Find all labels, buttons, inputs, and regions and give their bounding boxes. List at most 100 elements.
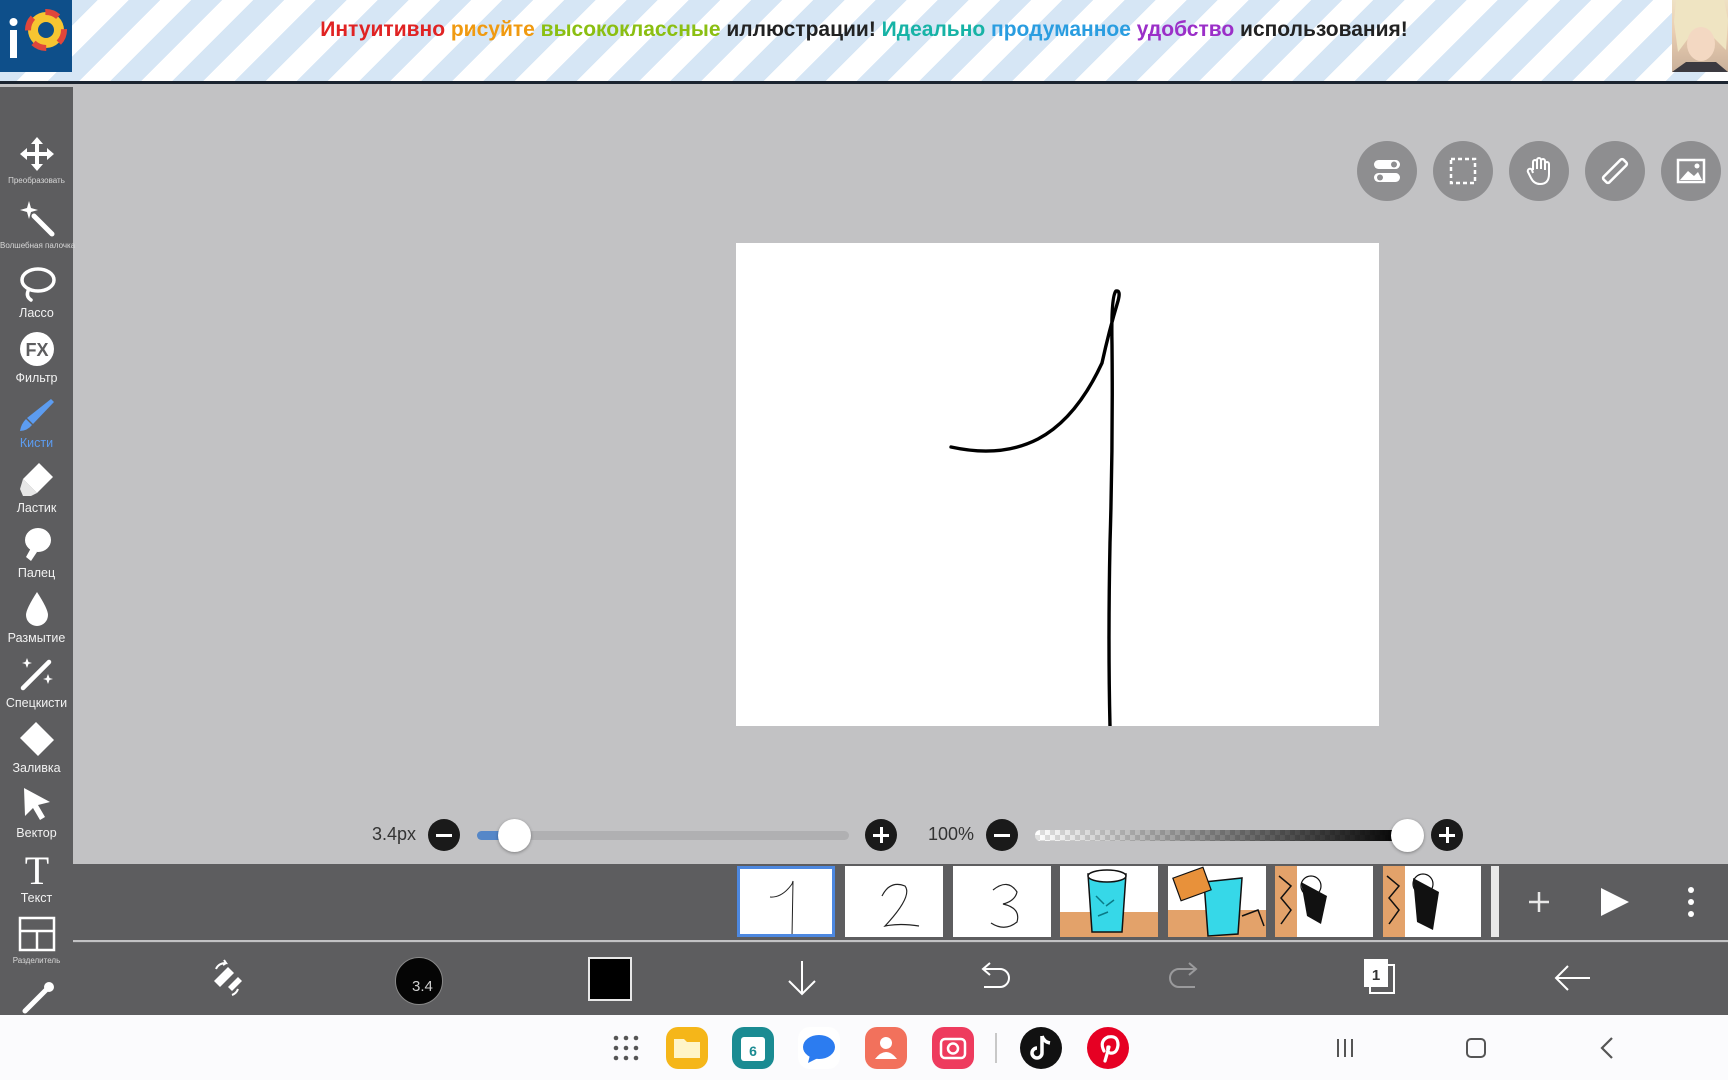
home-square-icon <box>1466 1038 1486 1058</box>
layers-button[interactable]: 1 <box>1357 955 1403 1001</box>
ruler-button[interactable] <box>1585 141 1645 201</box>
play-animation-button[interactable] <box>1591 880 1635 924</box>
tool-blur[interactable]: Размытие <box>0 589 73 653</box>
tool-frame-divider[interactable]: Разделитель <box>0 914 73 978</box>
tool-label: Вектор <box>16 826 57 840</box>
tool-label: Палец <box>17 566 56 580</box>
pinterest-app-icon[interactable] <box>1087 1027 1129 1069</box>
app-drawer-button[interactable] <box>610 1032 642 1064</box>
layer-merge-down-button[interactable] <box>779 955 825 1001</box>
home-button[interactable] <box>1460 1032 1492 1064</box>
tool-label: Разделитель <box>12 956 61 965</box>
frame-thumbnail-5[interactable] <box>1168 866 1266 937</box>
opacity-increase-button[interactable] <box>1431 819 1463 851</box>
tool-lasso[interactable]: Лассо <box>0 264 73 328</box>
frame-menu-button[interactable] <box>1669 880 1713 924</box>
tool-label: Фильтр <box>15 371 58 385</box>
opacity-slider-handle[interactable] <box>1390 819 1424 852</box>
tool-filter[interactable]: FX Фильтр <box>0 329 73 393</box>
more-vertical-icon <box>1688 887 1694 917</box>
tool-transform[interactable]: Преобразовать <box>0 134 73 198</box>
eraser-icon <box>19 463 53 496</box>
chevron-left-icon <box>1600 1037 1613 1059</box>
calendar-app-icon[interactable]: 6 <box>732 1027 774 1069</box>
tool-vector[interactable]: Вектор <box>0 784 73 848</box>
frame-thumbnail-2[interactable] <box>845 866 943 937</box>
canvas-drawing <box>949 289 1121 728</box>
lasso-icon <box>19 267 56 302</box>
tool-fill[interactable]: Заливка <box>0 719 73 783</box>
tool-label: Ластик <box>16 501 57 515</box>
tool-brush[interactable]: Кисти <box>0 394 73 458</box>
add-frame-button[interactable] <box>1517 880 1561 924</box>
selection-rect-icon <box>1449 157 1477 185</box>
text-icon: T <box>24 849 48 889</box>
color-picker-swatch[interactable] <box>588 957 632 1001</box>
ad-character-image <box>1672 0 1728 72</box>
frame-thumbnail-3[interactable] <box>953 866 1051 937</box>
tool-label: Преобразовать <box>8 176 65 185</box>
tool-special-brush[interactable]: Спецкисти <box>0 654 73 718</box>
layers-icon: 1 <box>1364 959 1395 994</box>
fill-bucket-icon <box>19 722 54 756</box>
tool-text[interactable]: T Текст <box>0 849 73 913</box>
tool-eyedropper[interactable] <box>0 979 73 1015</box>
plus-icon <box>1529 892 1549 912</box>
frame-thumbnail-6[interactable] <box>1275 866 1373 937</box>
app-window: Интуитивно рисуйте высококлассные иллюст… <box>0 0 1728 1080</box>
redo-icon <box>1169 962 1198 988</box>
arrow-left-icon <box>1554 965 1590 991</box>
selection-button[interactable] <box>1433 141 1493 201</box>
system-back-button[interactable] <box>1592 1032 1624 1064</box>
opacity-decrease-button[interactable] <box>986 819 1018 851</box>
settings-toggle-button[interactable] <box>1357 141 1417 201</box>
toggle-icon <box>1374 160 1400 182</box>
ruler-icon <box>1601 157 1629 185</box>
blur-drop-icon <box>25 592 48 626</box>
tool-eraser[interactable]: Ластик <box>0 459 73 523</box>
banner-text-segment: использования! <box>1240 18 1408 41</box>
recent-apps-button[interactable] <box>1329 1032 1361 1064</box>
svg-text:T: T <box>24 849 48 889</box>
files-app-icon[interactable] <box>666 1027 708 1069</box>
brush-icon <box>19 399 54 431</box>
taskbar-divider <box>995 1033 997 1063</box>
ad-banner[interactable]: Интуитивно рисуйте высококлассные иллюст… <box>0 0 1728 84</box>
image-icon <box>1676 158 1706 184</box>
app-grid-icon <box>613 1035 639 1061</box>
contacts-app-icon[interactable] <box>865 1027 907 1069</box>
frame-thumbnail-1[interactable] <box>737 866 835 937</box>
frame-thumbnail-7[interactable] <box>1383 866 1481 937</box>
tool-magic-wand[interactable]: Волшебная палочка <box>0 199 76 263</box>
tool-label: Волшебная палочка <box>0 241 76 250</box>
redo-button[interactable] <box>1163 955 1209 1001</box>
tool-label: Кисти <box>19 436 54 450</box>
banner-text-segment: иллюстрации! <box>726 18 882 41</box>
messages-app-icon[interactable] <box>798 1027 840 1069</box>
brush-size-slider-handle[interactable] <box>497 819 531 852</box>
smudge-finger-icon <box>24 528 51 561</box>
eyedropper-icon <box>22 982 54 1014</box>
frame-thumbnail-4[interactable] <box>1060 866 1158 937</box>
fx-icon: FX <box>19 332 54 366</box>
brush-size-indicator-value: 3.4 <box>412 978 433 995</box>
arrow-down-icon <box>788 961 816 996</box>
brush-size-slider-track[interactable] <box>477 831 849 840</box>
undo-button[interactable] <box>970 955 1016 1001</box>
undo-icon <box>981 962 1010 988</box>
drawing-canvas[interactable] <box>736 243 1379 728</box>
tiktok-app-icon[interactable] <box>1020 1027 1062 1069</box>
left-toolbar: Преобразовать Волшебная палочка Лассо FX… <box>0 87 76 1015</box>
opacity-slider-track[interactable] <box>1035 830 1407 841</box>
tool-label: Размытие <box>7 631 66 645</box>
brush-size-increase-button[interactable] <box>865 819 897 851</box>
brush-size-decrease-button[interactable] <box>428 819 460 851</box>
camera-app-icon[interactable] <box>932 1027 974 1069</box>
tool-smudge[interactable]: Палец <box>0 524 73 588</box>
banner-text-segment: рисуйте <box>450 18 541 41</box>
banner-text-segment: Идеально <box>881 18 992 41</box>
brush-eraser-swap-button[interactable] <box>204 955 250 1001</box>
reference-image-button[interactable] <box>1661 141 1721 201</box>
back-to-gallery-button[interactable] <box>1550 955 1596 1001</box>
touch-mode-button[interactable] <box>1509 141 1569 201</box>
